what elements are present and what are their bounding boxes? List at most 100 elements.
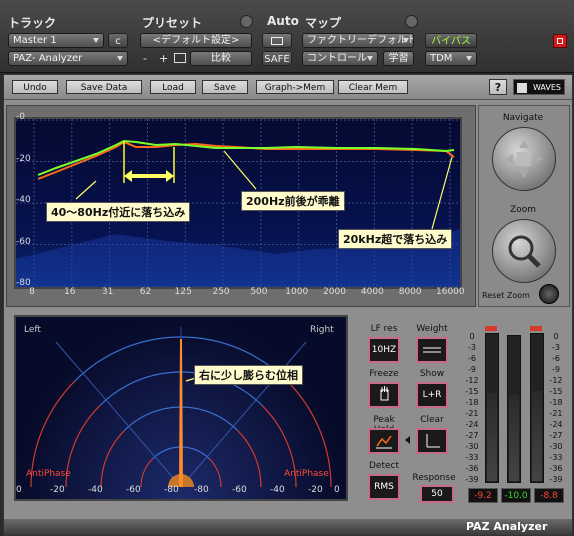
meter-scale-right: 0 -3 -6 -9 -12 -15 -18 -21 -24 -27 -30 -33 -36 -39 bbox=[546, 331, 566, 485]
plugin-select[interactable]: PAZ- Analyzer bbox=[8, 51, 128, 66]
callout-leader-low bbox=[75, 180, 97, 200]
reset-zoom-label: Reset Zoom bbox=[482, 291, 530, 300]
preset-next-button[interactable]: + bbox=[159, 52, 168, 65]
arrow-left-icon bbox=[124, 170, 132, 182]
spectrum-y-tick: -60 bbox=[16, 236, 31, 247]
preset-menu-icon[interactable] bbox=[240, 15, 253, 28]
show-button[interactable]: L+R bbox=[416, 382, 448, 408]
position-arc-red bbox=[65, 405, 101, 488]
position-arc-red bbox=[208, 458, 222, 488]
track-select-value: Master 1 bbox=[13, 35, 57, 46]
bypass-button[interactable]: バイパス bbox=[425, 33, 477, 48]
chevron-down-icon bbox=[117, 56, 123, 61]
peak-hold-button[interactable] bbox=[368, 428, 400, 454]
freeze-button[interactable] bbox=[368, 382, 400, 408]
clear-button[interactable] bbox=[416, 428, 448, 454]
weight-flat-icon bbox=[423, 347, 441, 353]
meter-scale-tick: -15 bbox=[465, 387, 479, 396]
preset-prev-button[interactable]: - bbox=[143, 52, 147, 65]
tdm-select-value: TDM bbox=[430, 53, 453, 64]
close-icon[interactable] bbox=[553, 34, 567, 48]
graph-to-mem-button[interactable]: Graph->Mem bbox=[256, 80, 334, 94]
meter-scale-tick: -12 bbox=[465, 376, 479, 385]
callout-leader-high bbox=[431, 156, 453, 230]
map-menu-icon[interactable] bbox=[405, 15, 418, 28]
map-select-value: ファクトリーデフォルト bbox=[307, 35, 414, 46]
spectrum-x-tick: 31 bbox=[101, 287, 114, 297]
save-data-button[interactable]: Save Data bbox=[66, 80, 142, 94]
lf-res-button[interactable]: 10HZ bbox=[368, 337, 400, 363]
save-button[interactable]: Save bbox=[202, 80, 248, 94]
undo-button[interactable]: Undo bbox=[12, 80, 58, 94]
spectrum-x-tick: 2000 bbox=[323, 287, 346, 297]
meter-scale-tick: -33 bbox=[549, 453, 563, 462]
right-label: Right bbox=[310, 325, 334, 335]
load-button[interactable]: Load bbox=[150, 80, 196, 94]
compare-button[interactable]: 比較 bbox=[190, 51, 252, 66]
spectrum-curve-green bbox=[37, 139, 455, 176]
navigate-knob[interactable] bbox=[492, 127, 556, 191]
meter-left-readout: -9.2 bbox=[468, 488, 498, 503]
position-x-tick: -20 bbox=[50, 485, 65, 495]
magnifier-icon bbox=[508, 235, 541, 268]
callout-mid: 200Hz前後が乖離 bbox=[241, 191, 345, 211]
meter-scale-tick: -12 bbox=[549, 376, 563, 385]
meter-scale-tick: -36 bbox=[465, 464, 479, 473]
weight-button[interactable] bbox=[416, 337, 448, 363]
meter-scale-tick: -39 bbox=[465, 475, 479, 484]
control-select[interactable]: コントロール bbox=[302, 51, 378, 66]
meter-scale-tick: -24 bbox=[465, 420, 479, 429]
chevron-down-icon bbox=[367, 56, 373, 61]
phase-needle bbox=[179, 339, 183, 487]
clip-indicator-right[interactable] bbox=[530, 326, 542, 331]
waves-logo: WAVES bbox=[513, 79, 565, 95]
meter-scale-tick: 0 bbox=[553, 332, 559, 341]
left-diagonal bbox=[55, 341, 182, 488]
help-button[interactable]: ? bbox=[489, 79, 507, 95]
map-select[interactable]: ファクトリーデフォルト bbox=[302, 33, 414, 48]
detect-label: Detect bbox=[368, 461, 399, 471]
track-select[interactable]: Master 1 bbox=[8, 33, 104, 48]
copy-icon[interactable] bbox=[174, 53, 186, 63]
learn-button[interactable]: 学習 bbox=[383, 51, 414, 66]
meter-scale-tick: -24 bbox=[549, 420, 563, 429]
position-x-tick: 0 bbox=[16, 485, 22, 495]
zoom-knob[interactable] bbox=[492, 219, 556, 283]
tdm-select[interactable]: TDM bbox=[425, 51, 477, 66]
callout-leader-mid bbox=[223, 150, 257, 190]
meter-scale-tick: -27 bbox=[465, 431, 479, 440]
antiphase-right-label: AntiPhase bbox=[284, 469, 329, 479]
reset-zoom-button[interactable] bbox=[539, 284, 559, 304]
channel-button[interactable]: c bbox=[108, 33, 128, 48]
clear-mem-button[interactable]: Clear Mem bbox=[338, 80, 408, 94]
detect-button[interactable]: RMS bbox=[368, 474, 400, 500]
spectrum-x-tick: 500 bbox=[250, 287, 268, 297]
clip-indicator-left[interactable] bbox=[485, 326, 497, 331]
auto-label: Auto bbox=[267, 14, 299, 28]
position-x-tick: -40 bbox=[88, 485, 103, 495]
auto-button[interactable] bbox=[262, 33, 292, 48]
zoom-label: Zoom bbox=[510, 205, 536, 215]
meter-scale-tick: -18 bbox=[465, 398, 479, 407]
preset-label: プリセット bbox=[142, 16, 203, 30]
peak-hold-icon bbox=[376, 435, 392, 449]
preset-select[interactable]: <デフォルト設定> bbox=[140, 33, 252, 48]
meter-scale-tick: -18 bbox=[549, 398, 563, 407]
spectrum-x-tick: 16000 bbox=[436, 287, 465, 297]
clear-label: Clear bbox=[420, 415, 444, 425]
chevron-down-icon bbox=[93, 38, 99, 43]
spectrum-x-axis: 8 16 31 62 125 250 500 1000 2000 4000 8000 16000 bbox=[14, 287, 465, 301]
navigate-arrows-icon bbox=[505, 140, 543, 178]
left-label: Left bbox=[24, 325, 41, 335]
safe-button[interactable]: SAFE bbox=[262, 51, 292, 66]
pro-tools-plugin-header: トラック プリセット Auto マップ Master 1 c PAZ- Anal… bbox=[0, 0, 574, 73]
spectrum-x-tick: 8000 bbox=[398, 287, 422, 297]
meter-scale-tick: -6 bbox=[552, 354, 560, 363]
spectrum-x-tick: 4000 bbox=[360, 287, 384, 297]
callout-low: 40〜80Hz付近に落ち込み bbox=[46, 202, 191, 222]
meter-left bbox=[485, 333, 499, 483]
meter-scale-tick: -6 bbox=[468, 354, 476, 363]
response-field[interactable]: 50 bbox=[420, 485, 454, 503]
arrow-right-icon bbox=[166, 170, 174, 182]
spectrum-x-tick: 250 bbox=[212, 287, 230, 297]
